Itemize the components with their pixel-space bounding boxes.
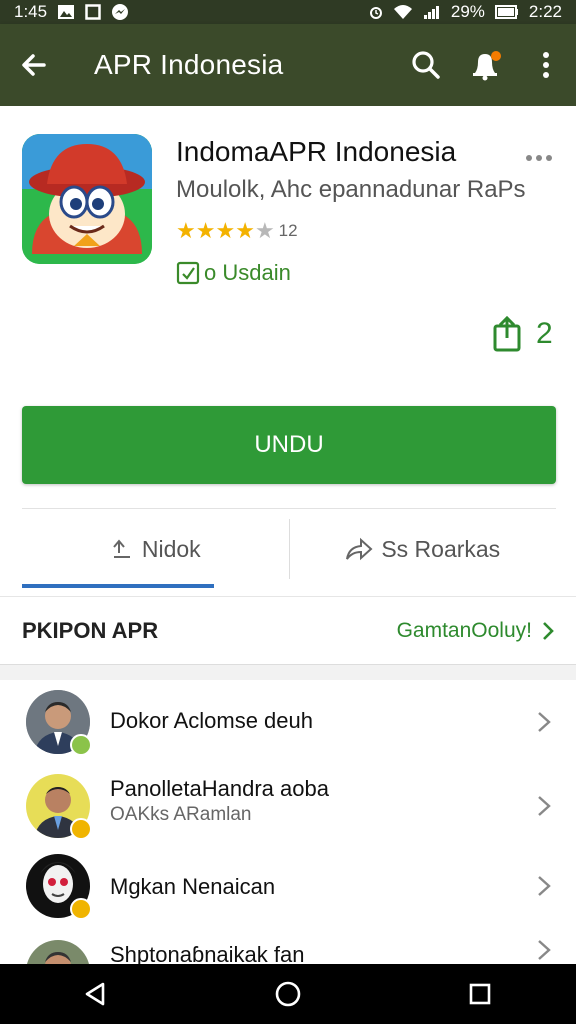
avatar — [26, 940, 90, 964]
app-more-button[interactable] — [526, 148, 556, 168]
square-notification-icon — [85, 4, 101, 20]
more-options-button[interactable] — [516, 24, 576, 106]
status-time-right: 2:22 — [528, 2, 562, 21]
share-count-button[interactable]: 2 — [492, 316, 553, 352]
share-arrow-icon — [346, 537, 373, 561]
back-button[interactable] — [2, 24, 66, 106]
chevron-right-icon — [538, 876, 551, 896]
status-badge — [70, 818, 92, 840]
installed-status: o Usdain — [176, 260, 291, 286]
status-badge — [70, 734, 92, 756]
star-icon: ★ — [254, 218, 275, 243]
list-item[interactable]: Dokor Aclomse deuh — [0, 680, 576, 764]
app-developer: Moulolk, Ahc epannadunar RaPs — [176, 176, 526, 203]
more-dot — [536, 155, 542, 161]
battery-icon — [494, 5, 519, 19]
rating-stars: ★ ★ ★ ★ ★ — [176, 220, 275, 242]
app-bar: APR Indonesia — [0, 24, 576, 106]
gallery-icon — [57, 4, 75, 20]
action-row: Nidok Ss Roarkas — [22, 508, 556, 589]
alarm-icon — [369, 4, 383, 20]
list-item[interactable]: PanolletaHandra aoba OAKks ARamlan — [0, 764, 576, 848]
tab-nidok-label: Nidok — [141, 535, 201, 562]
nav-recents-icon — [469, 983, 491, 1005]
star-icon: ★ — [235, 218, 255, 243]
search-button[interactable] — [396, 24, 456, 106]
page-title: APR Indonesia — [94, 49, 284, 80]
section-link[interactable]: GamtanOoluy! — [397, 619, 554, 643]
notification-bell-icon — [473, 51, 501, 81]
nav-recents-button[interactable] — [450, 964, 510, 1024]
chevron-right-icon — [538, 796, 551, 816]
app-detail-card: IndomaAPR Indonesia Moulolk, Ahc epannad… — [0, 106, 576, 665]
list-item-subtitle: OAKks ARamlan — [110, 804, 252, 825]
active-tab-indicator — [22, 584, 214, 588]
more-dot — [546, 155, 552, 161]
more-dots-icon — [526, 155, 532, 161]
list-item-name: PanolletaHandra aoba — [110, 776, 329, 801]
install-button[interactable]: UNDU — [22, 406, 556, 484]
installed-label: o Usdain — [204, 260, 291, 285]
star-icon: ★ — [195, 218, 216, 243]
list-item-name: Dokor Aclomse deuh — [110, 708, 313, 733]
tab-share-label: Ss Roarkas — [381, 535, 501, 562]
nav-back-icon — [85, 982, 105, 1006]
notifications-button[interactable] — [456, 24, 516, 106]
section-link-label: GamtanOoluy! — [396, 618, 532, 642]
chevron-right-icon — [538, 712, 551, 732]
share-count-value: 2 — [536, 317, 553, 350]
list-item-name: Shptonaɓnaikak fan — [110, 942, 305, 964]
nav-home-icon — [275, 981, 301, 1007]
star-icon: ★ — [215, 218, 236, 243]
system-nav-bar — [0, 964, 576, 1024]
app-name: IndomaAPR Indonesia — [176, 136, 457, 167]
rating-count: 12 — [278, 221, 298, 240]
status-time-left: 1:45 — [14, 2, 48, 21]
signal-icon — [423, 4, 441, 20]
section-header: PKIPON APR GamtanOoluy! — [0, 596, 576, 664]
list-item[interactable]: Mgkan Nenaican — [0, 848, 576, 932]
list-item[interactable]: Shptonaɓnaikak fan — [0, 932, 576, 964]
list-item-name: Mgkan Nenaican — [110, 874, 276, 899]
download-arrow-icon — [113, 539, 130, 558]
share-upload-icon — [493, 316, 521, 352]
app-rating: ★ ★ ★ ★ ★ 12 — [176, 220, 298, 242]
nav-home-button[interactable] — [258, 964, 318, 1024]
search-icon — [412, 51, 440, 79]
battery-percent: 29% — [450, 2, 485, 21]
back-arrow-icon — [22, 54, 46, 76]
more-vert-icon — [543, 52, 549, 78]
tab-nidok[interactable]: Nidok — [22, 509, 289, 589]
app-icon[interactable] — [22, 134, 152, 264]
chevron-right-icon — [538, 940, 551, 960]
status-bar: 1:45 29% 2:22 — [0, 0, 576, 24]
section-title: PKIPON APR — [22, 617, 159, 643]
installed-check-icon — [176, 261, 200, 285]
chevron-right-icon — [543, 621, 554, 640]
nav-back-button[interactable] — [66, 964, 126, 1024]
star-icon: ★ — [176, 218, 196, 243]
status-badge — [70, 898, 92, 920]
tab-share[interactable]: Ss Roarkas — [290, 509, 557, 589]
people-list: Dokor Aclomse deuh PanolletaHandra aoba … — [0, 680, 576, 964]
messenger-icon — [111, 3, 129, 21]
wifi-icon — [393, 4, 413, 20]
